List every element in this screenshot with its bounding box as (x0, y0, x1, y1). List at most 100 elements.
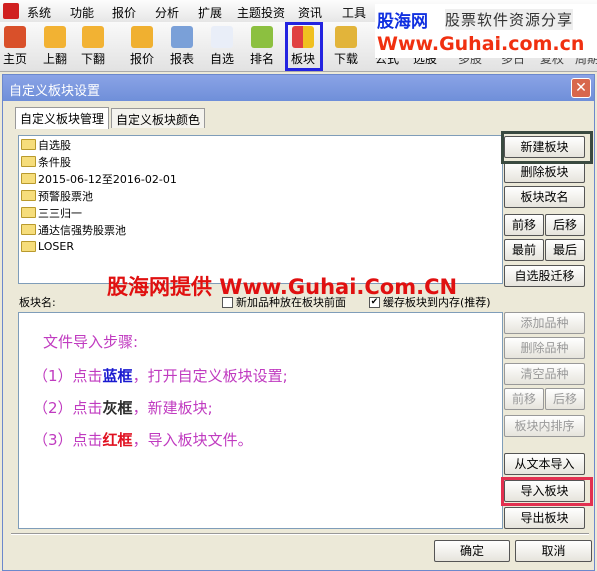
toolbar-label: 下载 (333, 52, 358, 66)
sort-in-block-button[interactable]: 板块内排序 (504, 415, 585, 437)
menu-tools[interactable]: 工具 (342, 4, 366, 21)
app-logo-icon (3, 3, 19, 19)
cache-checkbox[interactable]: ✔ (369, 296, 380, 308)
move-forward-button[interactable]: 前移 (504, 214, 544, 236)
custom-block-dialog: 自定义板块设置 ✕ 自定义板块管理 自定义板块颜色 自选股条件股 2015-06-… (2, 74, 595, 571)
move-first-button[interactable]: 最前 (504, 239, 544, 261)
dialog-title: 自定义板块设置 (9, 84, 101, 99)
toolbar-label: 报表 (169, 52, 194, 66)
block-list-item[interactable]: 通达信强势股票池 (19, 221, 502, 238)
rank-icon (251, 26, 273, 48)
toolbar-label: 下翻 (80, 52, 105, 66)
toolbar-button-1[interactable]: 上翻 (37, 24, 73, 67)
watermark-banner: 股海网 股票软件资源分享 Www.Guhai.com.cn (375, 4, 597, 58)
gray-highlight-frame (501, 131, 593, 164)
toolbar-button-2[interactable]: 下翻 (75, 24, 111, 67)
menu-system[interactable]: 系统 (27, 4, 51, 21)
step-key: 红框 (102, 431, 133, 449)
report-icon (171, 26, 193, 48)
move-back-button[interactable]: 后移 (545, 214, 585, 236)
toolbar-button-5[interactable]: 自选 (204, 24, 240, 67)
menu-analysis[interactable]: 分析 (155, 4, 179, 21)
block-name: 三三归一 (38, 206, 82, 220)
red-highlight-frame (501, 477, 593, 506)
ok-button[interactable]: 确定 (434, 540, 510, 562)
tab-block-management[interactable]: 自定义板块管理 (15, 107, 110, 129)
tab-block-color[interactable]: 自定义板块颜色 (111, 108, 206, 128)
export-block-button[interactable]: 导出板块 (504, 507, 585, 529)
step-prefix: （2）点击 (33, 399, 103, 417)
instruction-step: （2）点击灰框，新建板块; (33, 397, 213, 418)
dialog-title-bar: 自定义板块设置 (3, 75, 594, 101)
toolbar-label: 上翻 (42, 52, 67, 66)
toolbar-button-0[interactable]: 主页 (0, 24, 33, 67)
watermark-tagline: 股票软件资源分享 (445, 9, 574, 30)
block-list-item[interactable]: 自选股 (19, 136, 502, 153)
toolbar-label: 报价 (129, 52, 154, 66)
block-list-item[interactable]: 条件股 (19, 153, 502, 170)
instruction-step: （1）点击蓝框，打开自定义板块设置; (33, 365, 288, 386)
front-checkbox[interactable] (222, 296, 233, 308)
clear-stocks-button[interactable]: 清空品种 (504, 363, 585, 385)
toolbar-label: 排名 (249, 52, 274, 66)
block-name: 条件股 (38, 155, 71, 169)
folder-icon (21, 207, 36, 218)
menu-function[interactable]: 功能 (70, 4, 94, 21)
arrow-down-icon (82, 26, 104, 48)
arrow-up-icon (44, 26, 66, 48)
block-list-item[interactable]: 三三归一 (19, 204, 502, 221)
toolbar-label: 主页 (2, 52, 27, 66)
block-list-item[interactable]: 2015-06-12至2016-02-01 (19, 170, 502, 187)
download-icon (335, 26, 357, 48)
delete-block-button[interactable]: 删除板块 (504, 161, 585, 183)
toolbar-button-4[interactable]: 报表 (164, 24, 200, 67)
folder-icon (21, 190, 36, 201)
folder-icon (21, 156, 36, 167)
stock-back-button[interactable]: 后移 (545, 388, 585, 410)
delete-stock-button[interactable]: 删除品种 (504, 337, 585, 359)
add-stock-button[interactable]: 添加品种 (504, 312, 585, 334)
step-suffix: ，导入板块文件。 (132, 431, 253, 449)
watermark-url: Www.Guhai.com.cn (377, 33, 585, 55)
rename-block-button[interactable]: 板块改名 (504, 186, 585, 208)
folder-icon (21, 224, 36, 235)
stock-forward-button[interactable]: 前移 (504, 388, 544, 410)
step-prefix: （1）点击 (33, 367, 103, 385)
watermark-brand: 股海网 (377, 12, 428, 32)
instruction-step: （3）点击红框，导入板块文件。 (33, 429, 253, 450)
block-name: 自选股 (38, 138, 71, 152)
step-suffix: ，新建板块; (132, 399, 213, 417)
cache-checkbox-row[interactable]: ✔ 缓存板块到内存(推荐) (369, 294, 491, 310)
migrate-watchlist-button[interactable]: 自选股迁移 (504, 265, 585, 287)
block-name: 预警股票池 (38, 189, 93, 203)
step-key: 灰框 (102, 399, 133, 417)
block-list-item[interactable]: LOSER (19, 238, 502, 255)
toolbar-button-3[interactable]: 报价 (124, 24, 160, 67)
block-list[interactable]: 自选股条件股 2015-06-12至2016-02-01 预警股票池三三归一 通达信强… (18, 135, 503, 284)
cache-checkbox-label: 缓存板块到内存(推荐) (383, 296, 491, 309)
folder-icon (21, 241, 36, 252)
block-list-item[interactable]: 预警股票池 (19, 187, 502, 204)
f6-icon (211, 26, 233, 48)
menu-quote[interactable]: 报价 (112, 4, 136, 21)
step-suffix: ，打开自定义板块设置; (132, 367, 288, 385)
import-from-text-button[interactable]: 从文本导入 (504, 453, 585, 475)
front-checkbox-row[interactable]: 新加品种放在板块前面 (222, 294, 346, 310)
yen-icon (131, 26, 153, 48)
block-name-label: 板块名: (19, 296, 56, 309)
block-name: 2015-06-12至2016-02-01 (38, 172, 177, 186)
menu-theme-invest[interactable]: 主题投资 (237, 4, 285, 21)
toolbar-button-8[interactable]: 下载 (328, 24, 364, 67)
front-checkbox-label: 新加品种放在板块前面 (236, 296, 346, 309)
close-icon: ✕ (575, 80, 587, 96)
folder-icon (21, 139, 36, 150)
instructions-title: 文件导入步骤: (43, 333, 139, 351)
stock-list[interactable]: 文件导入步骤: （1）点击蓝框，打开自定义板块设置; （2）点击灰框，新建板块; （… (18, 312, 503, 529)
menu-news[interactable]: 资讯 (298, 4, 322, 21)
menu-extend[interactable]: 扩展 (198, 4, 222, 21)
move-last-button[interactable]: 最后 (545, 239, 585, 261)
cancel-button[interactable]: 取消 (515, 540, 592, 562)
toolbar-button-6[interactable]: 排名 (244, 24, 280, 67)
close-button[interactable]: ✕ (571, 78, 591, 98)
toolbar-label: 自选 (209, 52, 234, 66)
